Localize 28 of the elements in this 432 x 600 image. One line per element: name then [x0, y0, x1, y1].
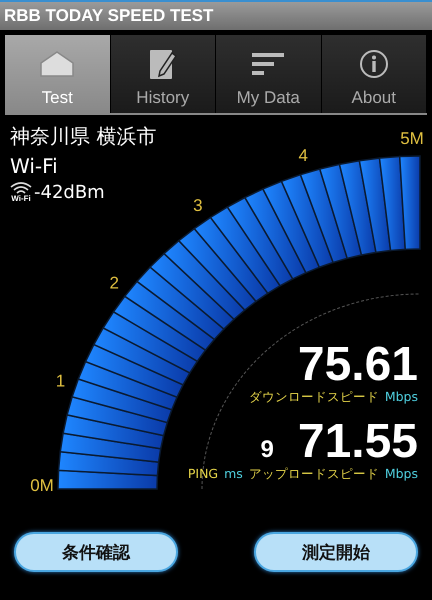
- home-icon: [38, 49, 76, 79]
- action-button[interactable]: 条件確認: [14, 532, 178, 572]
- ping-value: 9: [260, 436, 274, 464]
- gauge-tick-label: 4: [298, 146, 308, 166]
- location-text: 神奈川県 横浜市: [10, 123, 156, 150]
- gauge-tick-label: 0M: [30, 476, 54, 495]
- tab[interactable]: History: [110, 35, 216, 113]
- gauge-tick-label: 5M: [400, 129, 424, 148]
- action-button[interactable]: 測定開始: [254, 532, 418, 572]
- upload-speed: 71.55: [298, 418, 418, 466]
- pencil-note-icon: [148, 47, 178, 81]
- gauge-tick-label: 2: [109, 274, 119, 293]
- gauge-tick-label: 3: [193, 196, 203, 216]
- info-icon: [358, 48, 390, 80]
- upload-label: アップロードスピード: [248, 466, 379, 483]
- unit-label: ms: [224, 466, 243, 481]
- tab[interactable]: My Data: [216, 35, 322, 113]
- signal-strength: -42dBm: [34, 182, 105, 203]
- download-label: ダウンロードスピード: [248, 389, 379, 406]
- tab[interactable]: About: [322, 35, 427, 113]
- gauge-tick-label: 1: [56, 372, 66, 391]
- app-title: RBB TODAY SPEED TEST: [4, 6, 214, 26]
- unit-label: Mbps: [384, 466, 418, 481]
- download-speed: 75.61: [298, 341, 418, 389]
- sort-lines-icon: [251, 51, 286, 77]
- network-type: Wi-Fi: [10, 154, 58, 178]
- unit-label: Mbps: [384, 389, 418, 404]
- ping-label: PING: [188, 466, 218, 481]
